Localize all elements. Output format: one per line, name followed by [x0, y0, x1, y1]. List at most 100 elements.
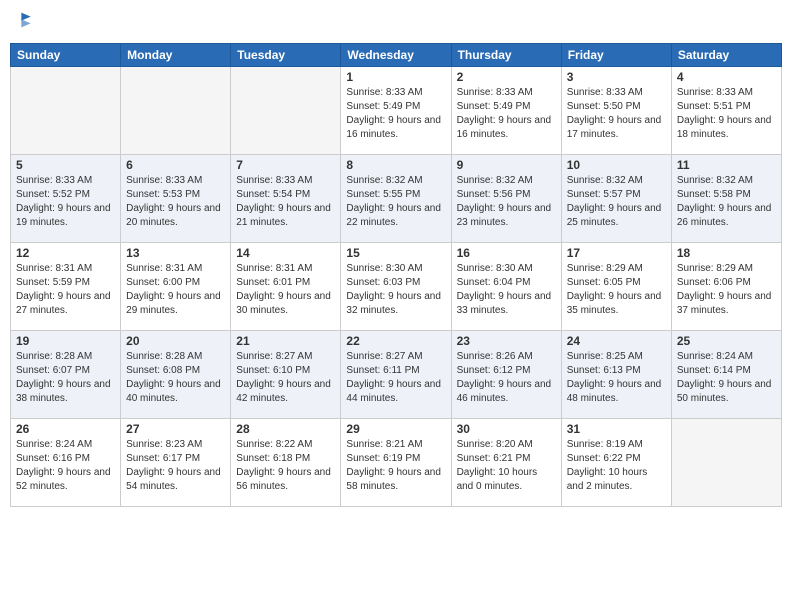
day-number: 5 [16, 158, 115, 172]
calendar-cell: 8 Sunrise: 8:32 AMSunset: 5:55 PMDaylight… [341, 155, 451, 243]
day-number: 1 [346, 70, 445, 84]
day-number: 7 [236, 158, 335, 172]
day-number: 8 [346, 158, 445, 172]
day-info: Sunrise: 8:33 AMSunset: 5:53 PMDaylight:… [126, 174, 225, 230]
day-info: Sunrise: 8:31 AMSunset: 6:00 PMDaylight:… [126, 262, 225, 318]
day-info: Sunrise: 8:21 AMSunset: 6:19 PMDaylight:… [346, 438, 445, 494]
calendar-cell: 12 Sunrise: 8:31 AMSunset: 5:59 PMDayligh… [11, 243, 121, 331]
day-number: 17 [567, 246, 666, 260]
day-info: Sunrise: 8:29 AMSunset: 6:06 PMDaylight:… [677, 262, 776, 318]
day-number: 22 [346, 334, 445, 348]
day-number: 20 [126, 334, 225, 348]
day-number: 4 [677, 70, 776, 84]
calendar-week-row: 19 Sunrise: 8:28 AMSunset: 6:07 PMDayligh… [11, 331, 782, 419]
weekday-header: Monday [121, 44, 231, 67]
logo [10, 10, 32, 35]
day-info: Sunrise: 8:26 AMSunset: 6:12 PMDaylight:… [457, 350, 556, 406]
weekday-header: Saturday [671, 44, 781, 67]
day-info: Sunrise: 8:32 AMSunset: 5:57 PMDaylight:… [567, 174, 666, 230]
day-number: 21 [236, 334, 335, 348]
day-number: 13 [126, 246, 225, 260]
header [10, 10, 782, 35]
day-info: Sunrise: 8:27 AMSunset: 6:10 PMDaylight:… [236, 350, 335, 406]
day-info: Sunrise: 8:33 AMSunset: 5:54 PMDaylight:… [236, 174, 335, 230]
day-number: 14 [236, 246, 335, 260]
day-number: 12 [16, 246, 115, 260]
calendar-cell: 20 Sunrise: 8:28 AMSunset: 6:08 PMDayligh… [121, 331, 231, 419]
day-number: 19 [16, 334, 115, 348]
day-info: Sunrise: 8:32 AMSunset: 5:55 PMDaylight:… [346, 174, 445, 230]
calendar: SundayMondayTuesdayWednesdayThursdayFrid… [10, 43, 782, 507]
calendar-week-row: 12 Sunrise: 8:31 AMSunset: 5:59 PMDayligh… [11, 243, 782, 331]
calendar-cell: 11 Sunrise: 8:32 AMSunset: 5:58 PMDayligh… [671, 155, 781, 243]
day-info: Sunrise: 8:19 AMSunset: 6:22 PMDaylight:… [567, 438, 666, 494]
day-number: 3 [567, 70, 666, 84]
day-number: 10 [567, 158, 666, 172]
day-info: Sunrise: 8:20 AMSunset: 6:21 PMDaylight:… [457, 438, 556, 494]
day-number: 28 [236, 422, 335, 436]
day-info: Sunrise: 8:33 AMSunset: 5:49 PMDaylight:… [457, 86, 556, 142]
weekday-header: Tuesday [231, 44, 341, 67]
day-number: 18 [677, 246, 776, 260]
calendar-cell: 30Sunrise: 8:20 AMSunset: 6:21 PMDayligh… [451, 419, 561, 507]
day-number: 11 [677, 158, 776, 172]
calendar-cell [121, 67, 231, 155]
calendar-cell: 17 Sunrise: 8:29 AMSunset: 6:05 PMDayligh… [561, 243, 671, 331]
calendar-cell: 26 Sunrise: 8:24 AMSunset: 6:16 PMDayligh… [11, 419, 121, 507]
day-number: 27 [126, 422, 225, 436]
day-info: Sunrise: 8:22 AMSunset: 6:18 PMDaylight:… [236, 438, 335, 494]
calendar-week-row: 1 Sunrise: 8:33 AMSunset: 5:49 PMDaylight… [11, 67, 782, 155]
weekday-header-row: SundayMondayTuesdayWednesdayThursdayFrid… [11, 44, 782, 67]
day-number: 15 [346, 246, 445, 260]
calendar-cell: 6 Sunrise: 8:33 AMSunset: 5:53 PMDaylight… [121, 155, 231, 243]
calendar-cell: 22 Sunrise: 8:27 AMSunset: 6:11 PMDayligh… [341, 331, 451, 419]
page: SundayMondayTuesdayWednesdayThursdayFrid… [0, 0, 792, 612]
day-info: Sunrise: 8:30 AMSunset: 6:04 PMDaylight:… [457, 262, 556, 318]
calendar-week-row: 26 Sunrise: 8:24 AMSunset: 6:16 PMDayligh… [11, 419, 782, 507]
calendar-cell: 14 Sunrise: 8:31 AMSunset: 6:01 PMDayligh… [231, 243, 341, 331]
day-number: 6 [126, 158, 225, 172]
calendar-cell [11, 67, 121, 155]
calendar-cell [671, 419, 781, 507]
day-info: Sunrise: 8:28 AMSunset: 6:08 PMDaylight:… [126, 350, 225, 406]
day-number: 25 [677, 334, 776, 348]
day-info: Sunrise: 8:32 AMSunset: 5:58 PMDaylight:… [677, 174, 776, 230]
calendar-cell: 1 Sunrise: 8:33 AMSunset: 5:49 PMDaylight… [341, 67, 451, 155]
calendar-cell: 21 Sunrise: 8:27 AMSunset: 6:10 PMDayligh… [231, 331, 341, 419]
day-info: Sunrise: 8:27 AMSunset: 6:11 PMDaylight:… [346, 350, 445, 406]
day-number: 29 [346, 422, 445, 436]
day-info: Sunrise: 8:31 AMSunset: 5:59 PMDaylight:… [16, 262, 115, 318]
calendar-cell: 10 Sunrise: 8:32 AMSunset: 5:57 PMDayligh… [561, 155, 671, 243]
weekday-header: Friday [561, 44, 671, 67]
calendar-cell [231, 67, 341, 155]
day-info: Sunrise: 8:31 AMSunset: 6:01 PMDaylight:… [236, 262, 335, 318]
day-info: Sunrise: 8:33 AMSunset: 5:49 PMDaylight:… [346, 86, 445, 142]
calendar-cell: 15Sunrise: 8:30 AMSunset: 6:03 PMDayligh… [341, 243, 451, 331]
calendar-cell: 27Sunrise: 8:23 AMSunset: 6:17 PMDayligh… [121, 419, 231, 507]
day-info: Sunrise: 8:28 AMSunset: 6:07 PMDaylight:… [16, 350, 115, 406]
calendar-cell: 2Sunrise: 8:33 AMSunset: 5:49 PMDaylight… [451, 67, 561, 155]
calendar-cell: 24Sunrise: 8:25 AMSunset: 6:13 PMDayligh… [561, 331, 671, 419]
calendar-cell: 25Sunrise: 8:24 AMSunset: 6:14 PMDayligh… [671, 331, 781, 419]
day-number: 9 [457, 158, 556, 172]
weekday-header: Thursday [451, 44, 561, 67]
day-info: Sunrise: 8:24 AMSunset: 6:16 PMDaylight:… [16, 438, 115, 494]
calendar-cell: 3 Sunrise: 8:33 AMSunset: 5:50 PMDaylight… [561, 67, 671, 155]
day-number: 23 [457, 334, 556, 348]
calendar-cell: 29 Sunrise: 8:21 AMSunset: 6:19 PMDayligh… [341, 419, 451, 507]
day-number: 26 [16, 422, 115, 436]
calendar-cell: 31 Sunrise: 8:19 AMSunset: 6:22 PMDayligh… [561, 419, 671, 507]
day-number: 31 [567, 422, 666, 436]
calendar-cell: 7 Sunrise: 8:33 AMSunset: 5:54 PMDaylight… [231, 155, 341, 243]
day-info: Sunrise: 8:33 AMSunset: 5:50 PMDaylight:… [567, 86, 666, 142]
weekday-header: Sunday [11, 44, 121, 67]
logo-icon [12, 10, 32, 30]
day-info: Sunrise: 8:33 AMSunset: 5:52 PMDaylight:… [16, 174, 115, 230]
calendar-cell: 28 Sunrise: 8:22 AMSunset: 6:18 PMDayligh… [231, 419, 341, 507]
calendar-cell: 18 Sunrise: 8:29 AMSunset: 6:06 PMDayligh… [671, 243, 781, 331]
day-info: Sunrise: 8:29 AMSunset: 6:05 PMDaylight:… [567, 262, 666, 318]
day-number: 16 [457, 246, 556, 260]
day-info: Sunrise: 8:25 AMSunset: 6:13 PMDaylight:… [567, 350, 666, 406]
day-info: Sunrise: 8:32 AMSunset: 5:56 PMDaylight:… [457, 174, 556, 230]
calendar-cell: 9 Sunrise: 8:32 AMSunset: 5:56 PMDaylight… [451, 155, 561, 243]
